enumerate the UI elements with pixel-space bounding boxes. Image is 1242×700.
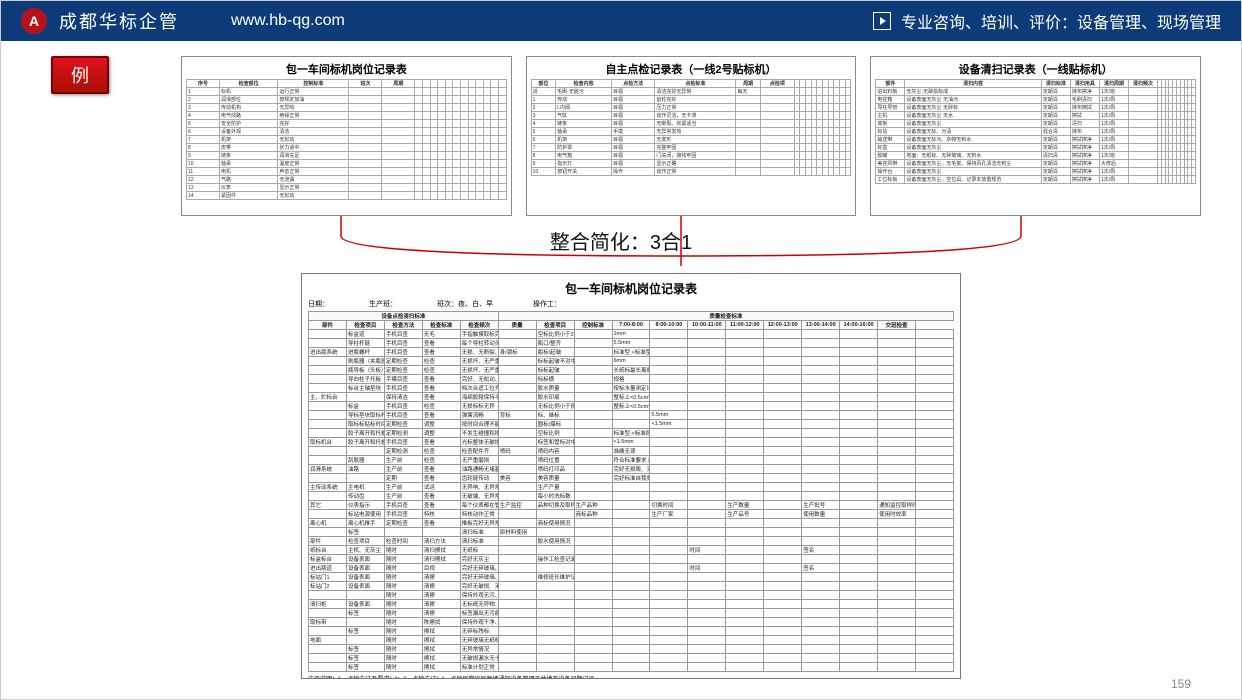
thumb2-table: 部位检查内容点检方法点检标准周期点检项进毛刷·无脏污目视清洁完好无异常每天1传动… [531, 79, 852, 176]
thumb-row: 包一车间标机岗位记录表 序号检查部位控制标准班次周期1标机运行正常2润滑部位按规… [181, 56, 1201, 216]
thumb3-table: 部件清扫内容清扫标准清扫用具清扫周期清扫频次进出料板无灰尘·无破损标成定期清抹布… [875, 79, 1196, 184]
brand-name: 成都华标企管 [59, 8, 179, 34]
thumb-card-1: 包一车间标机岗位记录表 序号检查部位控制标准班次周期1标机运行正常2润滑部位按规… [181, 56, 512, 216]
thumb-card-2: 自主点检记录表（一线2号贴标机） 部位检查内容点检方法点检标准周期点检项进毛刷·… [526, 56, 857, 216]
big-card: 包一车间标机岗位记录表 日期： 生产班： 班次：夜、白、早 操作工： 设备点检清… [301, 273, 961, 679]
topbar-left: A 成都华标企管 www.hb-qg.com [21, 8, 345, 34]
thumb1-title: 包一车间标机岗位记录表 [186, 61, 507, 77]
play-icon [873, 12, 891, 30]
thumb-card-3: 设备清扫记录表（一线贴标机） 部件清扫内容清扫标准清扫用具清扫周期清扫频次进出料… [870, 56, 1201, 216]
tagline: 专业咨询、培训、评价：设备管理、现场管理 [901, 9, 1221, 33]
top-bar: A 成都华标企管 www.hb-qg.com 专业咨询、培训、评价：设备管理、现… [1, 1, 1241, 41]
thumb1-table: 序号检查部位控制标准班次周期1标机运行正常2润滑部位按规定加油3传动机构无异响4… [186, 79, 507, 200]
big-meta: 日期： 生产班： 班次：夜、白、早 操作工： [308, 299, 954, 309]
page-number: 159 [1171, 677, 1191, 691]
big-title: 包一车间标机岗位记录表 [308, 280, 954, 297]
logo-icon: A [21, 8, 47, 34]
big-table: 设备点检清扫标准质量检查标准部件检查项目检查方法检查标准检查频次质量检查项目控制… [308, 311, 954, 672]
thumb3-title: 设备清扫记录表（一线贴标机） [875, 61, 1196, 77]
example-badge: 例 [51, 56, 109, 94]
thumb2-title: 自主点检记录表（一线2号贴标机） [531, 61, 852, 77]
topbar-right: 专业咨询、培训、评价：设备管理、现场管理 [873, 9, 1221, 33]
site-url: www.hb-qg.com [231, 12, 345, 30]
footnote: 注示说明：1、点检方法及要求"○"；2、点检方法"○"，点检异常协异复填通知设备… [308, 674, 954, 679]
connector-lines [181, 216, 1181, 266]
